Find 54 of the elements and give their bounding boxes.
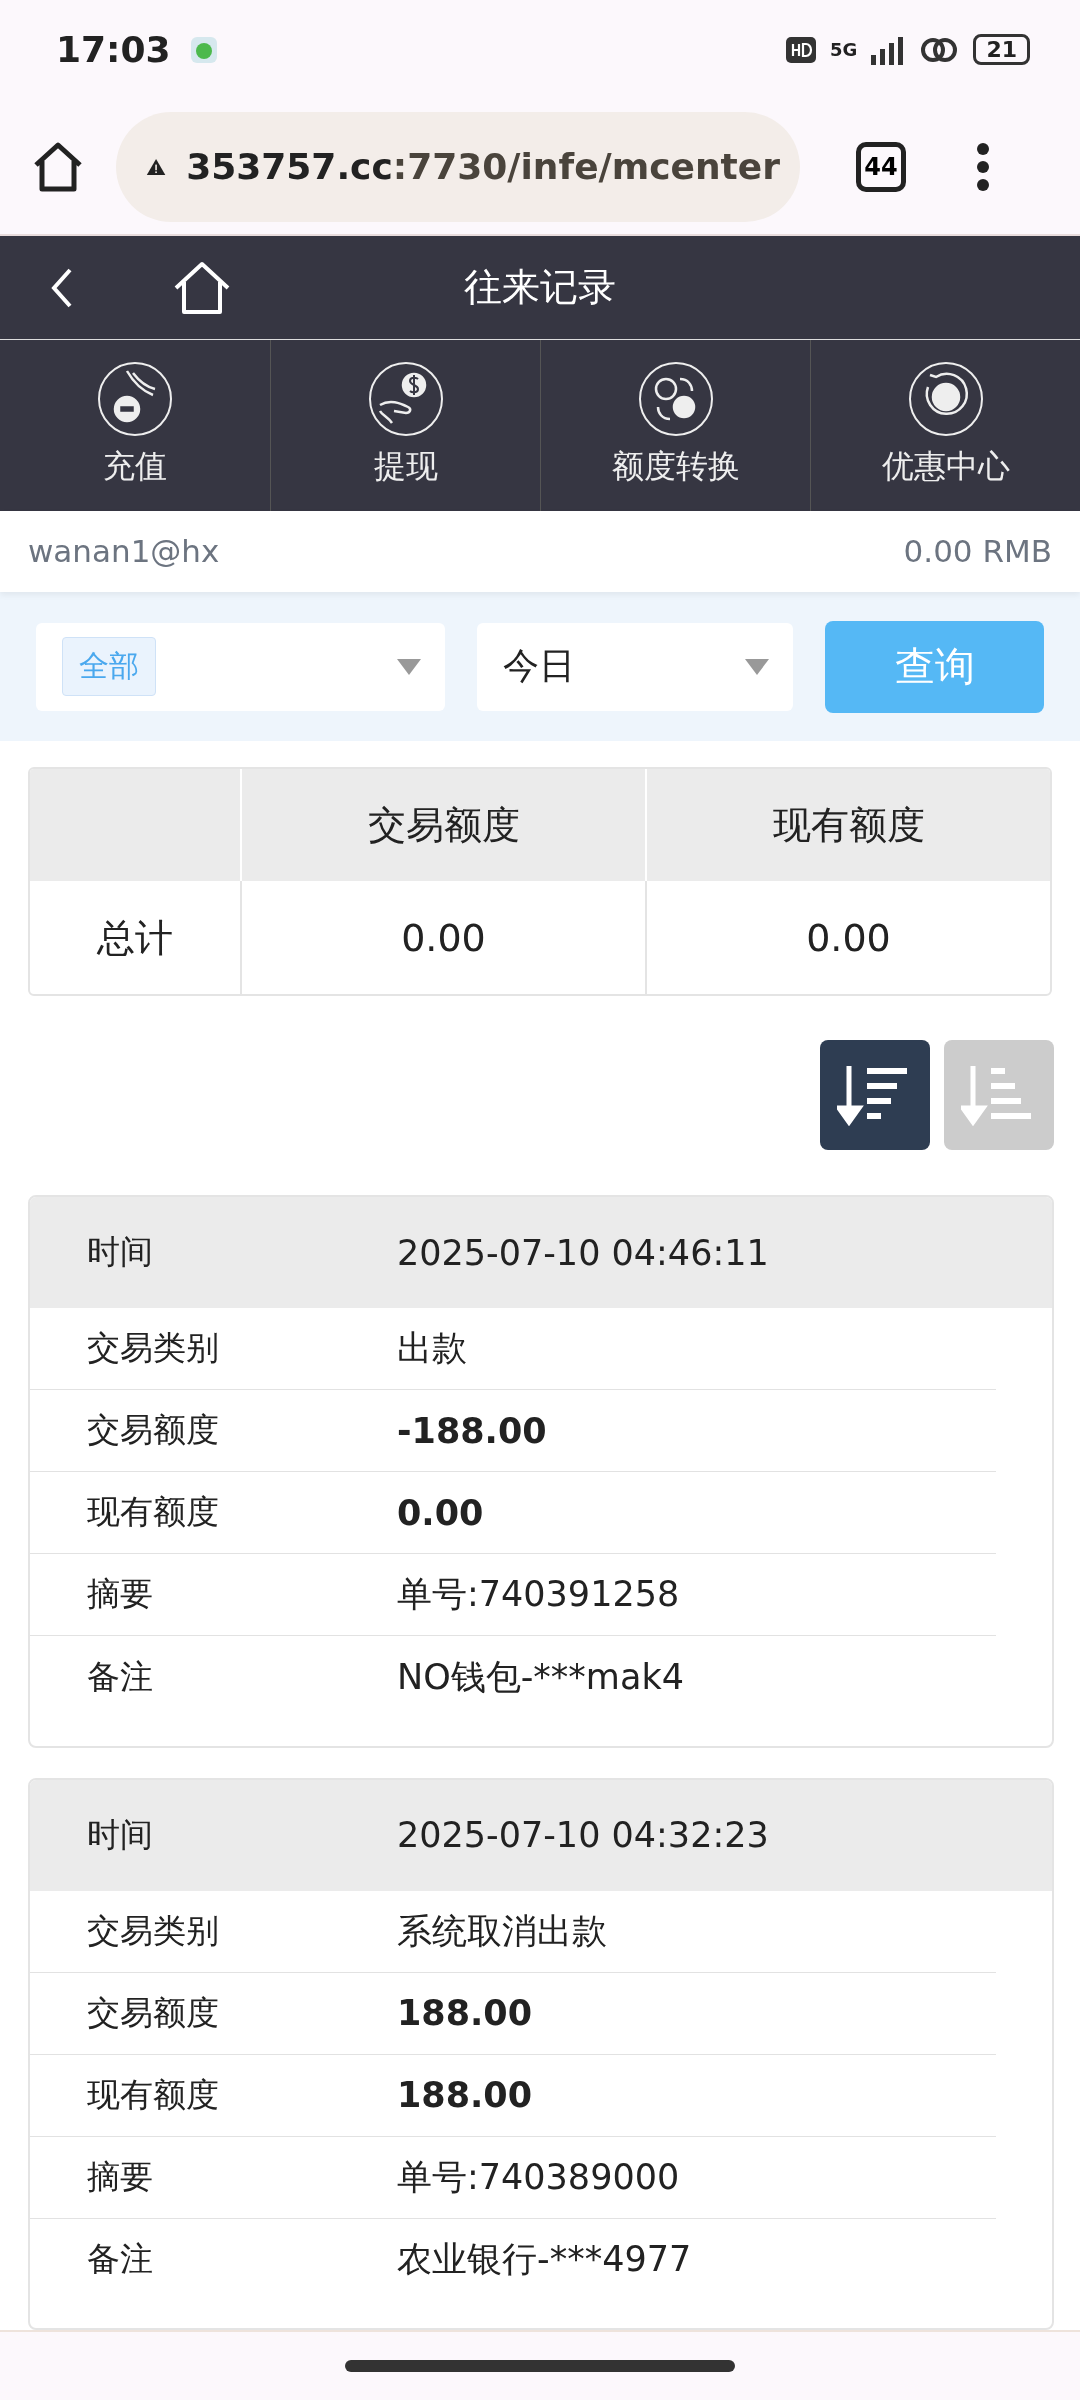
sort-button[interactable]	[820, 1040, 930, 1151]
row-label: 总计	[96, 914, 174, 962]
nav-tab[interactable]: 额度转换	[540, 340, 810, 511]
period-select[interactable]: 今日	[477, 622, 794, 711]
coin-exchange-icon	[637, 361, 714, 438]
column-header: 现有额度	[645, 769, 1050, 882]
more-menu-icon[interactable]	[976, 141, 990, 192]
url-path: :7730/infe/mcenter	[392, 146, 780, 188]
field-label: 摘要	[87, 1573, 154, 1616]
field-label: 现有额度	[87, 2073, 220, 2116]
field-label: 交易类别	[87, 1327, 220, 1370]
field-label: 时间	[87, 1231, 154, 1274]
record-time: 2025-07-10 04:46:11	[397, 1232, 769, 1273]
network-type: 5G	[830, 39, 858, 61]
signal-icon	[871, 34, 906, 65]
table-cell: 0.00	[240, 881, 645, 995]
field-label: 交易类别	[87, 1909, 220, 1952]
field-label: 交易额度	[87, 1409, 220, 1452]
clock-time: 17:03	[56, 29, 171, 71]
field-label: 摘要	[87, 2155, 154, 2198]
field-value: 农业银行-***4977	[397, 2238, 692, 2282]
field-value: 系统取消出款	[397, 1909, 607, 1953]
table-cell: 0.00	[645, 881, 1050, 995]
field-value: 188.00	[397, 1993, 533, 2034]
page-title: 往来记录	[464, 264, 616, 312]
battery-level: 21	[973, 34, 1030, 66]
app-notification-icon	[190, 36, 217, 63]
field-label: 现有额度	[87, 1491, 220, 1534]
field-label: 时间	[87, 1813, 154, 1856]
hd-icon	[786, 36, 817, 63]
gesture-handle[interactable]	[345, 2360, 735, 2373]
field-value: NO钱包-***mak4	[397, 1655, 684, 1699]
balance: 0.00 RMB	[903, 533, 1052, 570]
field-label: 备注	[87, 1655, 154, 1698]
nav-tab[interactable]: 充值	[0, 340, 270, 511]
field-value: 188.00	[397, 2075, 533, 2116]
field-value: 单号:740389000	[397, 2155, 680, 2199]
field-value: 0.00	[397, 1492, 484, 1533]
column-header: 交易额度	[240, 769, 645, 882]
coin-hand-icon	[367, 361, 444, 438]
field-value: 出款	[397, 1327, 467, 1371]
address-bar[interactable]: 353757.cc:7730/infe/mcenter	[116, 111, 800, 222]
nav-tab[interactable]: 提现	[270, 340, 540, 511]
home-button[interactable]	[172, 259, 232, 316]
tab-count-button[interactable]: 44	[856, 141, 906, 192]
username: wanan1@hx	[28, 533, 220, 570]
field-label: 交易额度	[87, 1991, 220, 2034]
field-value: -188.00	[397, 1410, 547, 1451]
coin-refresh-icon	[907, 361, 984, 438]
nav-tab[interactable]: 优惠中心	[810, 340, 1080, 511]
url-host: 353757.cc	[186, 146, 393, 188]
field-label: 备注	[87, 2238, 154, 2281]
record-time: 2025-07-10 04:32:23	[397, 1815, 769, 1856]
field-value: 单号:740391258	[397, 1573, 680, 1617]
